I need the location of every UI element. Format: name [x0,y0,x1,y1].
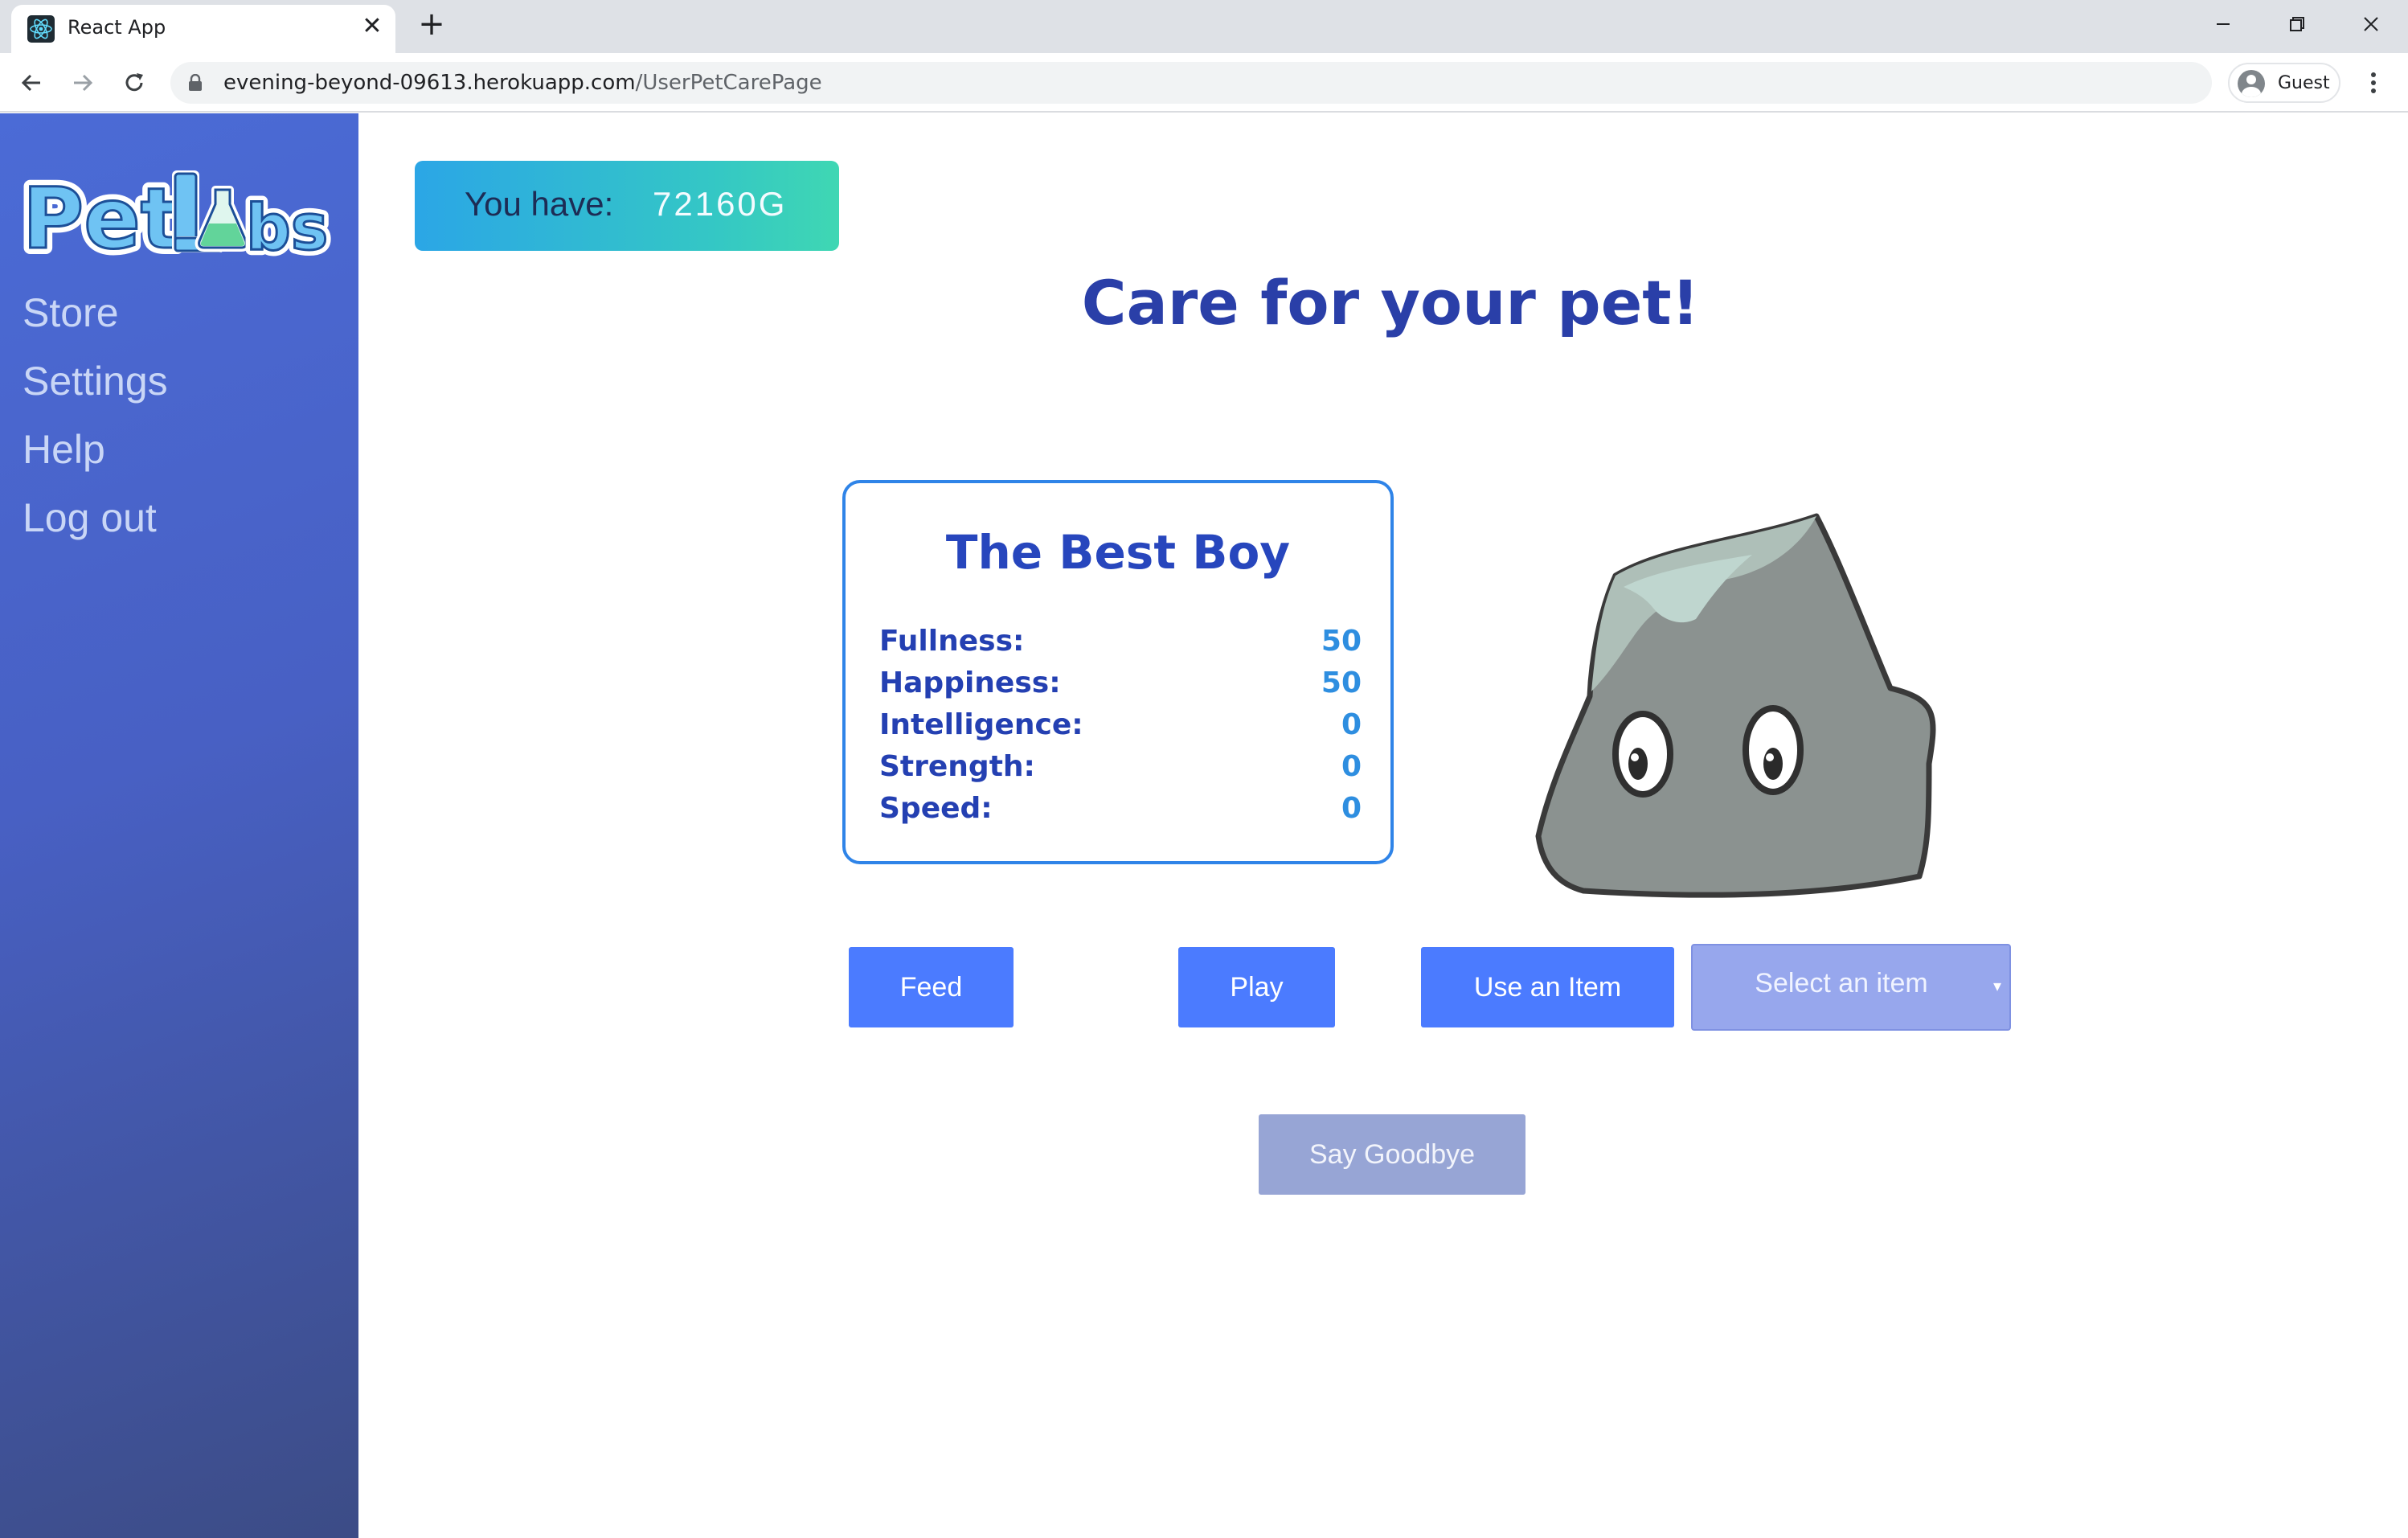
stat-label: Speed: [879,792,993,825]
stat-label: Fullness: [879,625,1025,658]
use-item-button[interactable]: Use an Item [1421,947,1674,1027]
pet-rock-image [1463,498,1945,920]
sidebar-nav: Store Settings Help Log out [23,289,168,562]
profile-button[interactable]: Guest [2228,63,2340,103]
tab-title: React App [68,16,166,39]
balance-value: 72160G [653,185,788,223]
svg-text:bs: bs [246,192,328,265]
chevron-down-icon: ▾ [1992,976,2001,995]
url-path: /UserPetCarePage [635,71,822,95]
stat-value: 50 [1321,625,1362,658]
svg-text:Pet: Pet [23,170,180,266]
restore-window-icon[interactable] [2260,0,2334,48]
address-bar[interactable]: evening-beyond-09613.herokuapp.com/UserP… [170,62,2212,104]
browser-tab[interactable]: React App ✕ [11,5,395,53]
react-favicon-icon [27,15,55,43]
close-tab-icon[interactable]: ✕ [358,13,386,40]
stat-row-happiness: Happiness: 50 [879,666,1362,708]
stat-value: 50 [1321,666,1362,699]
stat-row-fullness: Fullness: 50 [879,625,1362,666]
petlabs-logo[interactable]: Pet Pet bs bs [16,158,341,274]
feed-button[interactable]: Feed [849,947,1014,1027]
browser-menu-icon[interactable] [2355,64,2392,101]
stat-label: Strength: [879,750,1035,783]
item-select-value: Select an item [1755,968,1928,999]
sidebar-item-store[interactable]: Store [23,289,168,357]
sidebar: Pet Pet bs bs Store Settings Help Log ou… [0,113,358,1538]
play-button[interactable]: Play [1178,947,1335,1027]
stat-row-intelligence: Intelligence: 0 [879,708,1362,750]
lock-icon [189,74,202,91]
forward-arrow-icon[interactable] [64,64,101,101]
stat-label: Intelligence: [879,708,1083,741]
stat-label: Happiness: [879,666,1061,699]
url-host: evening-beyond-09613.herokuapp.com [223,71,636,95]
browser-toolbar: evening-beyond-09613.herokuapp.com/UserP… [0,53,2408,113]
sidebar-item-settings[interactable]: Settings [23,357,168,425]
new-tab-button[interactable]: + [415,8,448,42]
minimize-window-icon[interactable] [2186,0,2260,48]
sidebar-item-logout[interactable]: Log out [23,494,168,562]
item-select-dropdown[interactable]: Select an item ▾ [1691,944,2011,1031]
back-arrow-icon[interactable] [13,64,50,101]
stat-value: 0 [1341,792,1362,825]
stat-value: 0 [1341,750,1362,783]
reload-icon[interactable] [116,64,153,101]
stat-row-strength: Strength: 0 [879,750,1362,792]
pet-stats-card: The Best Boy Fullness: 50 Happiness: 50 … [842,480,1394,864]
guest-avatar-icon [2238,70,2265,97]
sidebar-item-help[interactable]: Help [23,425,168,494]
balance-badge: You have: 72160G [415,161,839,251]
balance-label: You have: [465,185,614,223]
page-title: Care for your pet! [1081,267,1700,338]
url-text: evening-beyond-09613.herokuapp.com/UserP… [223,71,822,95]
pet-name: The Best Boy [945,525,1291,580]
profile-name: Guest [2278,73,2330,93]
say-goodbye-button[interactable]: Say Goodbye [1259,1114,1525,1195]
browser-tab-bar: React App ✕ + [0,0,2408,53]
close-window-icon[interactable] [2334,0,2408,48]
stat-row-speed: Speed: 0 [879,792,1362,834]
stat-value: 0 [1341,708,1362,741]
